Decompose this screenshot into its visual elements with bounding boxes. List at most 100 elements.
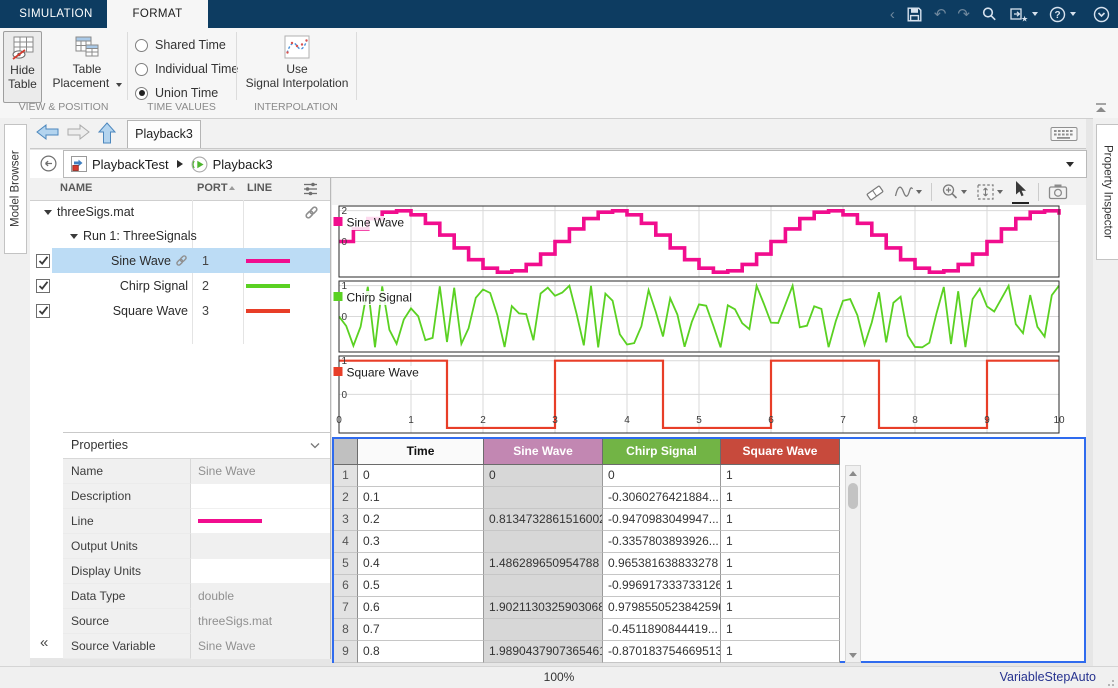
table-cell[interactable]: 0 <box>484 465 603 487</box>
table-cell[interactable]: 1 <box>721 575 840 597</box>
hide-table-button[interactable]: Hide Table <box>3 31 42 103</box>
signal-menu-button[interactable] <box>894 183 922 201</box>
table-cell[interactable]: -0.9470983049947... <box>603 509 721 531</box>
tree-row-run[interactable]: Run 1: ThreeSignals <box>30 224 330 248</box>
signal-row-chirp-signal[interactable]: Chirp Signal2 <box>30 273 330 298</box>
camera-icon[interactable] <box>1048 183 1068 200</box>
table-cell[interactable]: 0.965381638833278 <box>603 553 721 575</box>
table-cell[interactable]: 1 <box>721 619 840 641</box>
breadcrumb-item-model[interactable]: PlaybackTest <box>92 157 169 172</box>
help-icon[interactable]: ? <box>1049 6 1076 23</box>
signal-row-square-wave[interactable]: Square Wave3 <box>30 298 330 323</box>
radio-individual-time[interactable]: Individual Time <box>135 57 238 81</box>
save-icon[interactable] <box>906 6 923 23</box>
table-cell[interactable]: 0.4 <box>358 553 484 575</box>
table-cell[interactable]: 0.7 <box>358 619 484 641</box>
scrollbar-thumb[interactable] <box>848 483 858 509</box>
model-browser-tab[interactable]: Model Browser <box>4 124 27 254</box>
property-row-name[interactable]: NameSine Wave <box>63 459 330 484</box>
property-row-description[interactable]: Description <box>63 484 330 509</box>
property-row-output-units[interactable]: Output Units <box>63 534 330 559</box>
radio-button-icon[interactable] <box>135 63 148 76</box>
table-cell[interactable]: 1 <box>721 509 840 531</box>
use-signal-interpolation-button[interactable]: Use Signal Interpolation <box>239 31 355 101</box>
fit-to-view-button[interactable] <box>976 183 1003 201</box>
breadcrumb-item-playback3[interactable]: Playback3 <box>213 157 273 172</box>
column-header-chirp-signal[interactable]: Chirp Signal <box>603 439 721 465</box>
table-cell[interactable]: 1 <box>721 641 840 663</box>
table-cell[interactable]: 0.6 <box>358 597 484 619</box>
table-cell[interactable]: 0.5 <box>358 575 484 597</box>
property-row-data-type[interactable]: Data Typedouble <box>63 584 330 609</box>
keyboard-icon[interactable] <box>1050 126 1078 142</box>
collapse-ribbon-icon[interactable] <box>1093 6 1110 23</box>
zoom-in-button[interactable] <box>941 183 967 201</box>
table-cell[interactable]: 0.9798550523842596 <box>603 597 721 619</box>
property-row-source[interactable]: SourcethreeSigs.mat <box>63 609 330 634</box>
table-cell[interactable]: 1.9021130325903068 <box>484 597 603 619</box>
table-cell[interactable]: 0.8 <box>358 641 484 663</box>
undo-icon[interactable]: ↶ <box>934 7 947 22</box>
scroll-up-icon[interactable] <box>846 466 860 480</box>
radio-shared-time[interactable]: Shared Time <box>135 33 238 57</box>
signal-checkbox[interactable] <box>36 279 50 293</box>
table-cell[interactable] <box>484 487 603 509</box>
table-cell[interactable]: 0 <box>358 465 484 487</box>
column-header-time[interactable]: Time <box>358 439 484 465</box>
publish-icon[interactable]: ★ <box>1009 6 1038 23</box>
table-cell[interactable]: 0.2 <box>358 509 484 531</box>
table-cell[interactable]: 1 <box>721 597 840 619</box>
table-cell[interactable]: -0.3060276421884... <box>603 487 721 509</box>
property-row-source-variable[interactable]: Source VariableSine Wave <box>63 634 330 659</box>
plot-area[interactable]: 20Sine Wave10Chirp Signal10Square Wave01… <box>332 205 1086 437</box>
column-header-sine-wave[interactable]: Sine Wave <box>484 439 603 465</box>
signal-checkbox[interactable] <box>36 304 50 318</box>
table-cell[interactable] <box>484 619 603 641</box>
tab-format[interactable]: FORMAT <box>107 0 208 28</box>
redo-icon[interactable]: ↷ <box>957 7 970 22</box>
scroll-down-icon[interactable] <box>846 648 860 662</box>
property-value[interactable] <box>191 484 330 509</box>
table-cell[interactable] <box>484 575 603 597</box>
property-row-display-units[interactable]: Display Units <box>63 559 330 584</box>
table-cell[interactable] <box>484 531 603 553</box>
property-value[interactable] <box>191 559 330 584</box>
tab-simulation[interactable]: SIMULATION <box>6 0 106 28</box>
collapse-caret-icon[interactable] <box>70 234 78 239</box>
back-icon[interactable] <box>36 123 60 141</box>
table-cell[interactable]: -0.996917333733126 <box>603 575 721 597</box>
property-row-line[interactable]: Line <box>63 509 330 534</box>
pointer-tool-button[interactable] <box>1012 180 1029 204</box>
eraser-icon[interactable] <box>865 183 885 201</box>
table-cell[interactable]: 1.486289650954788 <box>484 553 603 575</box>
radio-button-icon[interactable] <box>135 87 148 100</box>
panel-back-button[interactable] <box>40 155 57 172</box>
column-port[interactable]: PORT <box>197 182 228 194</box>
table-cell[interactable]: 0.1 <box>358 487 484 509</box>
column-line[interactable]: LINE <box>247 182 272 194</box>
filter-icon[interactable] <box>302 181 319 197</box>
table-cell[interactable]: 1 <box>721 531 840 553</box>
plots-svg[interactable]: 20Sine Wave10Chirp Signal10Square Wave01… <box>332 205 1086 437</box>
table-placement-button[interactable]: Table Placement <box>46 31 128 101</box>
table-cell[interactable]: 0 <box>603 465 721 487</box>
table-cell[interactable]: 1 <box>721 487 840 509</box>
solver-setting[interactable]: VariableStepAuto <box>1000 670 1096 684</box>
column-name[interactable]: NAME <box>60 182 92 194</box>
column-header-square-wave[interactable]: Square Wave <box>721 439 840 465</box>
search-icon[interactable] <box>981 6 998 23</box>
table-cell[interactable]: 1 <box>721 465 840 487</box>
minimize-panel-icon[interactable] <box>1094 102 1108 114</box>
signal-checkbox[interactable] <box>36 254 50 268</box>
signal-row-sine-wave[interactable]: Sine Wave1 <box>30 248 330 273</box>
resize-grip-icon[interactable] <box>1105 677 1115 687</box>
property-inspector-tab[interactable]: Property Inspector <box>1096 124 1118 260</box>
table-cell[interactable]: -0.870183754669513 <box>603 641 721 663</box>
document-tab-playback3[interactable]: Playback3 <box>127 120 201 148</box>
table-cell[interactable]: 0.3 <box>358 531 484 553</box>
tree-row-file[interactable]: threeSigs.mat <box>30 200 330 224</box>
table-corner-cell[interactable] <box>334 439 358 465</box>
properties-header[interactable]: Properties <box>63 433 330 459</box>
table-cell[interactable]: 1 <box>721 553 840 575</box>
breadcrumb-dropdown-icon[interactable] <box>1066 162 1074 167</box>
